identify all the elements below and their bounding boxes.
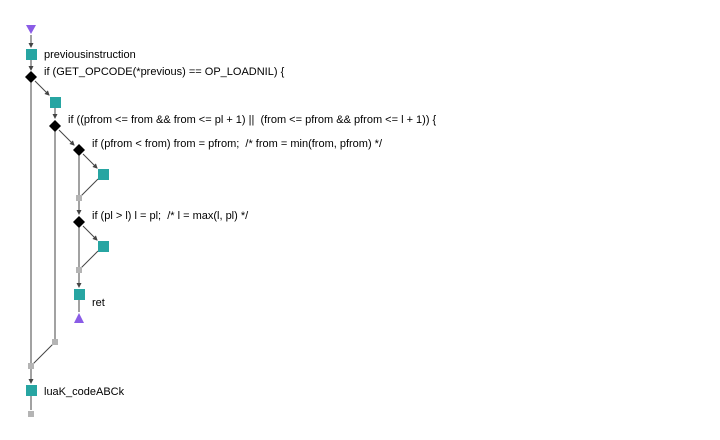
node-label: luaK_codeABCk xyxy=(44,386,125,398)
merge-node[interactable] xyxy=(52,339,58,345)
merge-node[interactable] xyxy=(28,411,34,417)
edge xyxy=(82,225,98,241)
edge xyxy=(82,153,98,169)
node-label: previousinstruction xyxy=(44,49,136,61)
statement-node[interactable] xyxy=(98,241,109,252)
node-label: if (pl > l) l = pl; /* l = max(l, pl) */ xyxy=(92,210,249,222)
node-label: if (GET_OPCODE(*previous) == OP_LOADNIL)… xyxy=(44,66,285,78)
edges xyxy=(28,35,99,410)
merge-node[interactable] xyxy=(28,363,34,369)
statement-node[interactable] xyxy=(26,385,37,396)
end-triangle-icon[interactable] xyxy=(74,313,84,323)
edge xyxy=(58,129,75,146)
node-label: if ((pfrom <= from && from <= pl + 1) ||… xyxy=(68,114,437,126)
merge-node[interactable] xyxy=(76,195,82,201)
statement-node[interactable] xyxy=(98,169,109,180)
node-label: ret xyxy=(92,297,105,309)
statement-node[interactable] xyxy=(50,97,61,108)
statement-node[interactable] xyxy=(74,289,85,300)
flowchart: previousinstruction if (GET_OPCODE(*prev… xyxy=(25,25,437,417)
edge xyxy=(32,343,54,365)
statement-node[interactable] xyxy=(26,49,37,60)
node-label: if (pfrom < from) from = pfrom; /* from … xyxy=(92,138,383,150)
start-triangle-icon[interactable] xyxy=(26,25,36,34)
edge xyxy=(80,250,99,269)
edge xyxy=(80,178,99,197)
merge-node[interactable] xyxy=(76,267,82,273)
edge xyxy=(34,80,50,96)
